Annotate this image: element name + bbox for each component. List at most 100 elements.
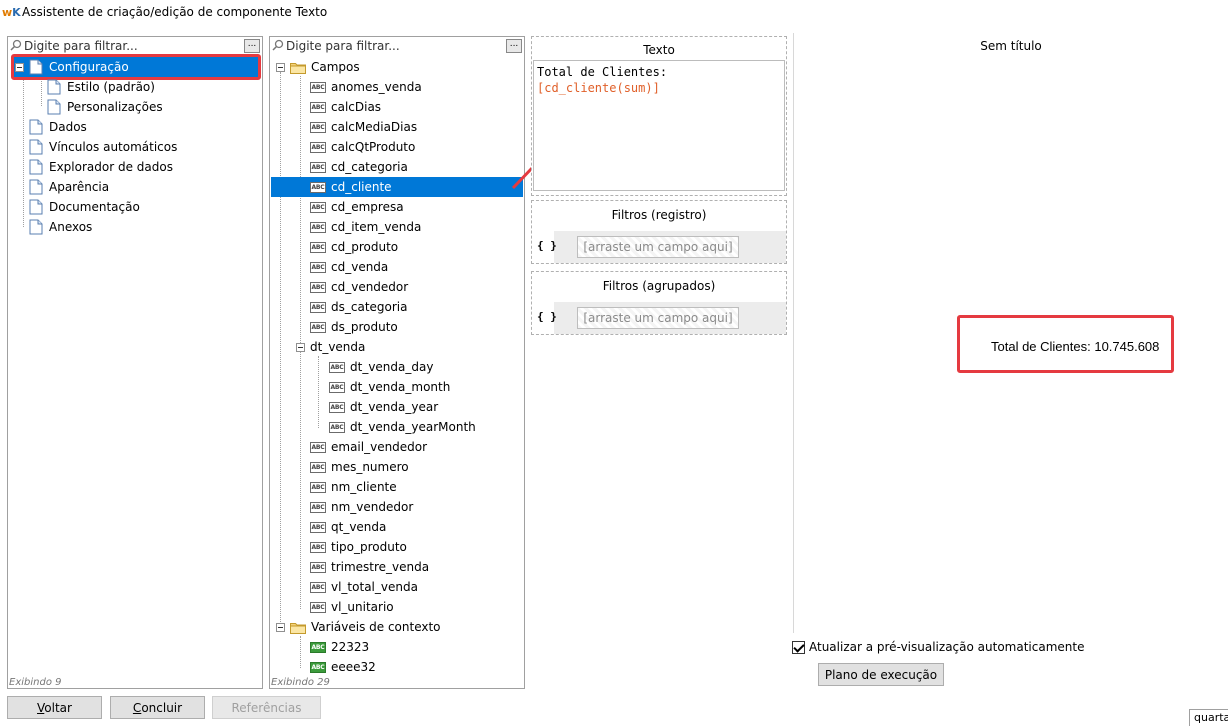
tree-guide-line (280, 72, 281, 628)
field-item[interactable]: ABC ds_categoria (310, 297, 408, 317)
field-item[interactable]: ABC dt_venda_day (329, 357, 433, 377)
context-variable-icon: ABC (310, 641, 326, 653)
field-item[interactable]: ABC cd_cliente (271, 177, 523, 197)
collapse-icon[interactable] (276, 62, 285, 72)
nav-item-aparencia[interactable]: Aparência (29, 177, 109, 197)
field-item[interactable]: ABC trimestre_venda (310, 557, 429, 577)
braces-icon[interactable]: { } (537, 310, 557, 323)
field-item[interactable]: ABC cd_categoria (310, 157, 408, 177)
title-bar: wK Assistente de criação/edição de compo… (0, 0, 1228, 24)
field-label: nm_vendedor (331, 500, 414, 514)
field-label: ds_categoria (331, 300, 408, 314)
text-field-icon: ABC (310, 101, 326, 113)
folder-icon (290, 61, 306, 74)
app-logo: wK (2, 5, 21, 19)
field-item[interactable]: ABC cd_venda (310, 257, 388, 277)
field-item[interactable]: ABC cd_produto (310, 237, 398, 257)
collapse-icon[interactable] (276, 622, 285, 632)
text-field-icon: ABC (329, 381, 345, 393)
field-item[interactable]: ABC dt_venda_month (329, 377, 450, 397)
field-group-dt-venda[interactable]: dt_venda (296, 337, 365, 357)
fields-filter-input[interactable] (286, 38, 506, 54)
auto-preview-option[interactable]: Atualizar a pré-visualização automaticam… (792, 640, 1084, 654)
field-label: email_vendedor (331, 440, 428, 454)
field-item[interactable]: ABC calcQtProduto (310, 137, 415, 157)
filters-record-title: Filtros (registro) (611, 208, 707, 222)
field-item[interactable]: ABC ds_produto (310, 317, 398, 337)
field-label: dt_venda_month (350, 380, 451, 394)
field-item[interactable]: ABC nm_cliente (310, 477, 397, 497)
text-field-icon: ABC (310, 181, 326, 193)
field-label: calcDias (331, 100, 382, 114)
field-item[interactable]: ABC vl_total_venda (310, 577, 418, 597)
field-label: calcQtProduto (331, 140, 416, 154)
text-field-icon: ABC (310, 321, 326, 333)
text-field-icon: ABC (310, 161, 326, 173)
field-item[interactable]: ABC cd_vendedor (310, 277, 408, 297)
references-button: Referências (212, 696, 321, 719)
nav-filter-row: ... (8, 37, 262, 55)
context-variable-item[interactable]: ABC 22323 (310, 637, 369, 657)
field-item[interactable]: ABC dt_venda_yearMonth (329, 417, 476, 437)
nav-item-documentacao[interactable]: Documentação (29, 197, 140, 217)
field-label: cd_vendedor (331, 280, 409, 294)
field-item[interactable]: ABC cd_item_venda (310, 217, 421, 237)
document-icon (29, 199, 43, 215)
field-item[interactable]: ABC nm_vendedor (310, 497, 413, 517)
text-editor[interactable]: Total de Clientes: [cd_cliente(sum)] (533, 60, 785, 191)
field-item[interactable]: ABC vl_unitario (310, 597, 394, 617)
text-field-icon: ABC (329, 421, 345, 433)
finish-button[interactable]: Concluir (110, 696, 205, 719)
context-variable-item[interactable]: ABC eeee32 (310, 657, 376, 677)
field-item[interactable]: ABC mes_numero (310, 457, 409, 477)
collapse-icon[interactable] (296, 342, 305, 352)
field-item[interactable]: ABC qt_venda (310, 517, 386, 537)
text-field-icon: ABC (310, 201, 326, 213)
field-item[interactable]: ABC dt_venda_year (329, 397, 438, 417)
text-line-expression: [cd_cliente(sum)] (537, 81, 660, 95)
nav-item-estilo[interactable]: Estilo (padrão) (47, 77, 155, 97)
filters-grouped-drop-zone[interactable]: [arraste um campo aqui] (577, 307, 739, 329)
folder-campos[interactable]: Campos (276, 57, 360, 77)
field-item[interactable]: ABC email_vendedor (310, 437, 427, 457)
tree-guide-line (318, 356, 319, 428)
folder-context-variables[interactable]: Variáveis de contexto (276, 617, 441, 637)
text-field-icon: ABC (310, 561, 326, 573)
document-icon (29, 159, 43, 175)
nav-item-vinculos[interactable]: Vínculos automáticos (29, 137, 177, 157)
filters-grouped-title: Filtros (agrupados) (602, 279, 716, 293)
nav-filter-input[interactable] (24, 38, 244, 54)
nav-item-label: Dados (49, 120, 87, 134)
field-label: nm_cliente (331, 480, 397, 494)
status-corner: quarta (1189, 709, 1228, 726)
nav-item-dados[interactable]: Dados (29, 117, 87, 137)
field-item[interactable]: ABC calcMediaDias (310, 117, 417, 137)
text-field-icon: ABC (310, 301, 326, 313)
text-field-icon: ABC (310, 481, 326, 493)
field-label: qt_venda (331, 520, 387, 534)
execution-plan-button[interactable]: Plano de execução (818, 663, 944, 686)
document-icon (29, 119, 43, 135)
field-label: cd_venda (331, 260, 389, 274)
context-variable-icon: ABC (310, 661, 326, 673)
nav-item-explorador[interactable]: Explorador de dados (29, 157, 173, 177)
nav-item-personalizacoes[interactable]: Personalizações (47, 97, 163, 117)
fields-more-button[interactable]: ... (506, 39, 522, 53)
nav-item-anexos[interactable]: Anexos (29, 217, 92, 237)
auto-preview-checkbox[interactable] (792, 640, 805, 654)
field-item[interactable]: ABC cd_empresa (310, 197, 404, 217)
field-label: cd_item_venda (331, 220, 422, 234)
text-field-icon: ABC (310, 241, 326, 253)
field-item[interactable]: ABC anomes_venda (310, 77, 422, 97)
filters-record-drop-zone[interactable]: [arraste um campo aqui] (577, 236, 739, 258)
field-label: tipo_produto (331, 540, 407, 554)
braces-icon[interactable]: { } (537, 239, 557, 252)
text-field-icon: ABC (310, 581, 326, 593)
folder-icon (290, 621, 306, 634)
field-item[interactable]: ABC tipo_produto (310, 537, 407, 557)
nav-more-button[interactable]: ... (244, 39, 260, 53)
back-button[interactable]: Voltar (7, 696, 102, 719)
preview-result-text: Total de Clientes: 10.745.608 (991, 339, 1160, 354)
field-group-label: dt_venda (310, 340, 366, 354)
field-item[interactable]: ABC calcDias (310, 97, 381, 117)
